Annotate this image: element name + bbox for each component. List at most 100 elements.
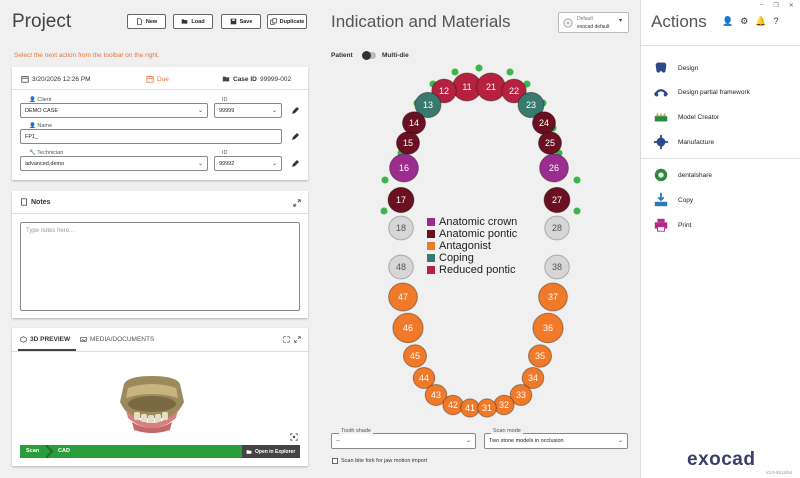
- tooth-17[interactable]: 17: [387, 186, 415, 214]
- selection-dot[interactable]: [451, 68, 459, 76]
- tooth-24[interactable]: 24: [531, 111, 557, 135]
- tooth-18[interactable]: 18: [388, 215, 414, 241]
- image-icon: [80, 337, 87, 342]
- load-button[interactable]: Load: [173, 14, 213, 29]
- new-button-label: New: [145, 18, 158, 25]
- expand-icon[interactable]: [293, 199, 301, 207]
- material-legend: Anatomic crown Anatomic pontic Antagonis…: [427, 216, 517, 276]
- tooth-46[interactable]: 46: [392, 312, 424, 344]
- legend-label: Antagonist: [439, 240, 491, 252]
- due-calendar-icon[interactable]: [146, 75, 154, 83]
- tooth-number: 22: [509, 86, 519, 96]
- due-label[interactable]: Due: [157, 76, 169, 83]
- exocad-logo: exocad: [687, 449, 756, 470]
- divider: [640, 158, 800, 159]
- help-icon[interactable]: ?: [774, 16, 779, 27]
- client-id-select[interactable]: 99999 ⌄: [214, 103, 282, 118]
- legend-swatch-pontic: [427, 230, 435, 238]
- copy-download-icon: [654, 192, 668, 207]
- action-manufacture[interactable]: Manufacture: [652, 133, 714, 151]
- action-copy[interactable]: Copy: [652, 191, 693, 209]
- edit-technician-pencil-icon[interactable]: [290, 159, 300, 169]
- tooth-48[interactable]: 48: [388, 254, 414, 280]
- tab-3d-preview[interactable]: 3D PREVIEW: [20, 336, 70, 343]
- tooth-31[interactable]: 31: [477, 398, 497, 418]
- scan-mode-select[interactable]: Two stone models in occlusion ⌄: [484, 433, 628, 449]
- patient-multidie-toggle[interactable]: [362, 51, 376, 60]
- tooth-42[interactable]: 42: [442, 394, 464, 416]
- tooth-37[interactable]: 37: [538, 282, 568, 312]
- edit-name-pencil-icon[interactable]: [290, 132, 300, 142]
- expand-icon[interactable]: [294, 336, 301, 343]
- tooth-shade-select[interactable]: -- ⌄: [331, 433, 476, 449]
- technician-id-select[interactable]: 99992 ⌄: [214, 156, 282, 171]
- selection-dot[interactable]: [506, 68, 514, 76]
- tooth-15[interactable]: 15: [395, 131, 421, 155]
- tooth-41[interactable]: 41: [460, 398, 480, 418]
- legend-label: Anatomic pontic: [439, 228, 518, 240]
- edit-client-pencil-icon[interactable]: [290, 106, 300, 116]
- chevron-down-icon: ▾: [619, 18, 623, 24]
- restore-icon[interactable]: ❐: [773, 2, 778, 9]
- notes-textarea[interactable]: Type notes here...: [20, 222, 300, 311]
- new-button[interactable]: New: [127, 14, 166, 29]
- profile-select[interactable]: Default exocad default ▾: [558, 12, 629, 33]
- duplicate-button[interactable]: Duplicate: [267, 14, 307, 29]
- tooth-47[interactable]: 47: [388, 282, 418, 312]
- tab-media-label: MEDIA/DOCUMENTS: [90, 336, 155, 343]
- selection-dot[interactable]: [573, 207, 581, 215]
- tab-media[interactable]: MEDIA/DOCUMENTS: [80, 336, 154, 343]
- tooth-35[interactable]: 35: [527, 344, 553, 368]
- minimize-icon[interactable]: –: [760, 2, 763, 9]
- user-icon[interactable]: 👤: [722, 16, 733, 27]
- open-in-explorer-button[interactable]: Open in Explorer: [242, 445, 300, 458]
- action-print[interactable]: Print: [652, 216, 691, 234]
- case-panel: 3/20/2026 12:26 PM Due Case ID 99999-002…: [12, 67, 308, 180]
- fullscreen-icon[interactable]: [283, 336, 290, 343]
- notes-icon: [21, 198, 27, 206]
- name-input[interactable]: FP1_: [20, 129, 282, 144]
- action-model-creator[interactable]: Model Creator: [652, 108, 719, 126]
- close-icon[interactable]: ✕: [789, 2, 794, 9]
- technician-select[interactable]: advanced,demo ⌄: [20, 156, 208, 171]
- tooth-45[interactable]: 45: [402, 344, 428, 368]
- case-id-value: 99999-002: [260, 76, 292, 83]
- client-value: DEMO CASE: [25, 107, 59, 114]
- profile-label: Default: [577, 16, 593, 22]
- bell-icon[interactable]: 🔔: [755, 16, 766, 27]
- 3d-model-render[interactable]: [118, 374, 186, 436]
- gear-icon[interactable]: ⚙: [740, 16, 748, 27]
- progress-step-scan[interactable]: Scan: [26, 448, 39, 454]
- action-dentalshare[interactable]: dentalshare: [652, 166, 712, 184]
- tooth-number: 24: [539, 118, 549, 128]
- legend-label: Reduced pontic: [439, 264, 516, 276]
- tooth-36[interactable]: 36: [532, 312, 564, 344]
- tooth-38[interactable]: 38: [544, 254, 570, 280]
- tooth-14[interactable]: 14: [401, 111, 427, 135]
- action-label: Design: [678, 64, 699, 72]
- cube-icon: [20, 336, 27, 343]
- progress-step-cad[interactable]: CAD: [58, 448, 70, 454]
- save-button[interactable]: Save: [221, 14, 261, 29]
- tooth-32[interactable]: 32: [493, 394, 515, 416]
- action-design[interactable]: Design: [652, 59, 698, 77]
- selection-dot[interactable]: [475, 64, 483, 72]
- action-design-partial-framework[interactable]: Design partial framework: [652, 83, 750, 101]
- bite-fork-checkbox[interactable]: [332, 458, 338, 464]
- fit-view-icon[interactable]: [290, 433, 298, 441]
- selection-dot[interactable]: [380, 207, 388, 215]
- case-id-label: Case ID: [233, 76, 257, 83]
- tooth-25[interactable]: 25: [537, 131, 563, 155]
- tooth-28[interactable]: 28: [544, 215, 570, 241]
- tooth-21[interactable]: 21: [476, 72, 506, 102]
- legend-label: Anatomic crown: [439, 216, 518, 228]
- tooth-26[interactable]: 26: [539, 153, 569, 183]
- selection-dot[interactable]: [381, 176, 389, 184]
- instruction-text: Select the next action from the toolbar …: [14, 52, 160, 59]
- tooth-number: 14: [409, 118, 419, 128]
- tooth-27[interactable]: 27: [543, 186, 571, 214]
- client-label: 👤 Client: [27, 97, 54, 103]
- tooth-16[interactable]: 16: [389, 153, 419, 183]
- selection-dot[interactable]: [573, 176, 581, 184]
- client-select[interactable]: DEMO CASE ⌄: [20, 103, 208, 118]
